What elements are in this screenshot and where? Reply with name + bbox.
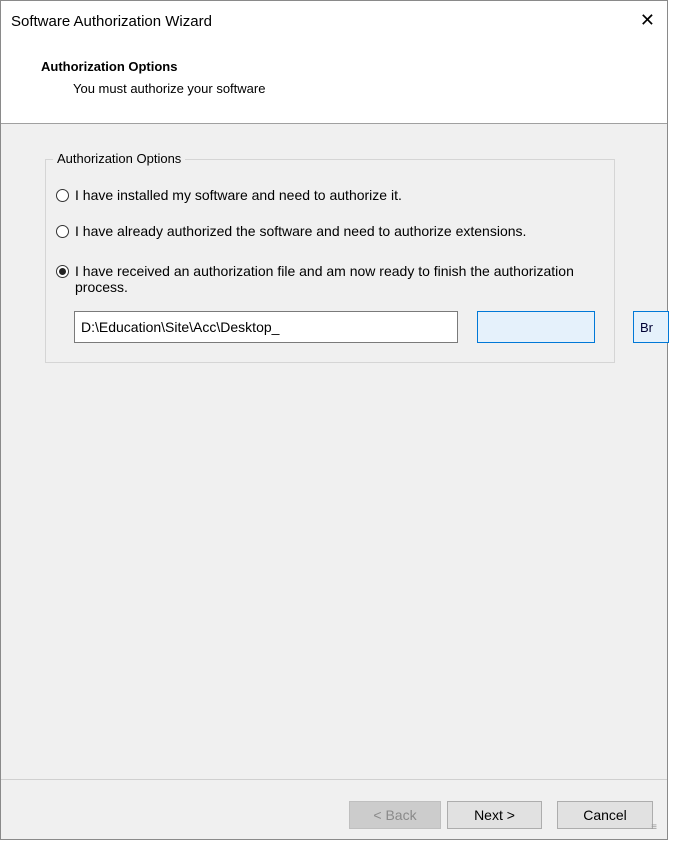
close-icon[interactable]: ✕ [640,10,655,31]
wizard-header: Authorization Options You must authorize… [1,41,667,124]
resize-grip-icon[interactable]: ≡ [651,822,657,833]
browse-button[interactable] [477,311,595,343]
cancel-button[interactable]: Cancel [557,801,653,829]
header-title: Authorization Options [41,59,178,74]
option-already-authorized[interactable]: I have already authorized the software a… [56,223,526,239]
radio-selected-icon[interactable] [56,265,69,278]
header-subtitle: You must authorize your software [73,81,266,96]
radio-icon[interactable] [56,225,69,238]
next-button[interactable]: Next > [447,801,542,829]
auth-file-path-field[interactable]: D:\Education\Site\Acc\Desktop_ [74,311,458,343]
option-install-label: I have installed my software and need to… [75,187,402,203]
wizard-window: Software Authorization Wizard ✕ Authoriz… [0,0,669,840]
group-legend: Authorization Options [53,151,186,166]
option-already-authorized-label: I have already authorized the software a… [75,223,527,239]
footer-divider [1,779,667,780]
option-received-file[interactable]: I have received an authorization file an… [56,263,596,295]
back-button[interactable]: < Back [349,801,441,829]
window-title: Software Authorization Wizard [11,13,212,30]
option-received-file-label: I have received an authorization file an… [75,263,574,295]
browse-button-partial[interactable]: Br [633,311,669,343]
option-install[interactable]: I have installed my software and need to… [56,187,402,203]
radio-icon[interactable] [56,189,69,202]
title-bar: Software Authorization Wizard ✕ [1,1,667,41]
